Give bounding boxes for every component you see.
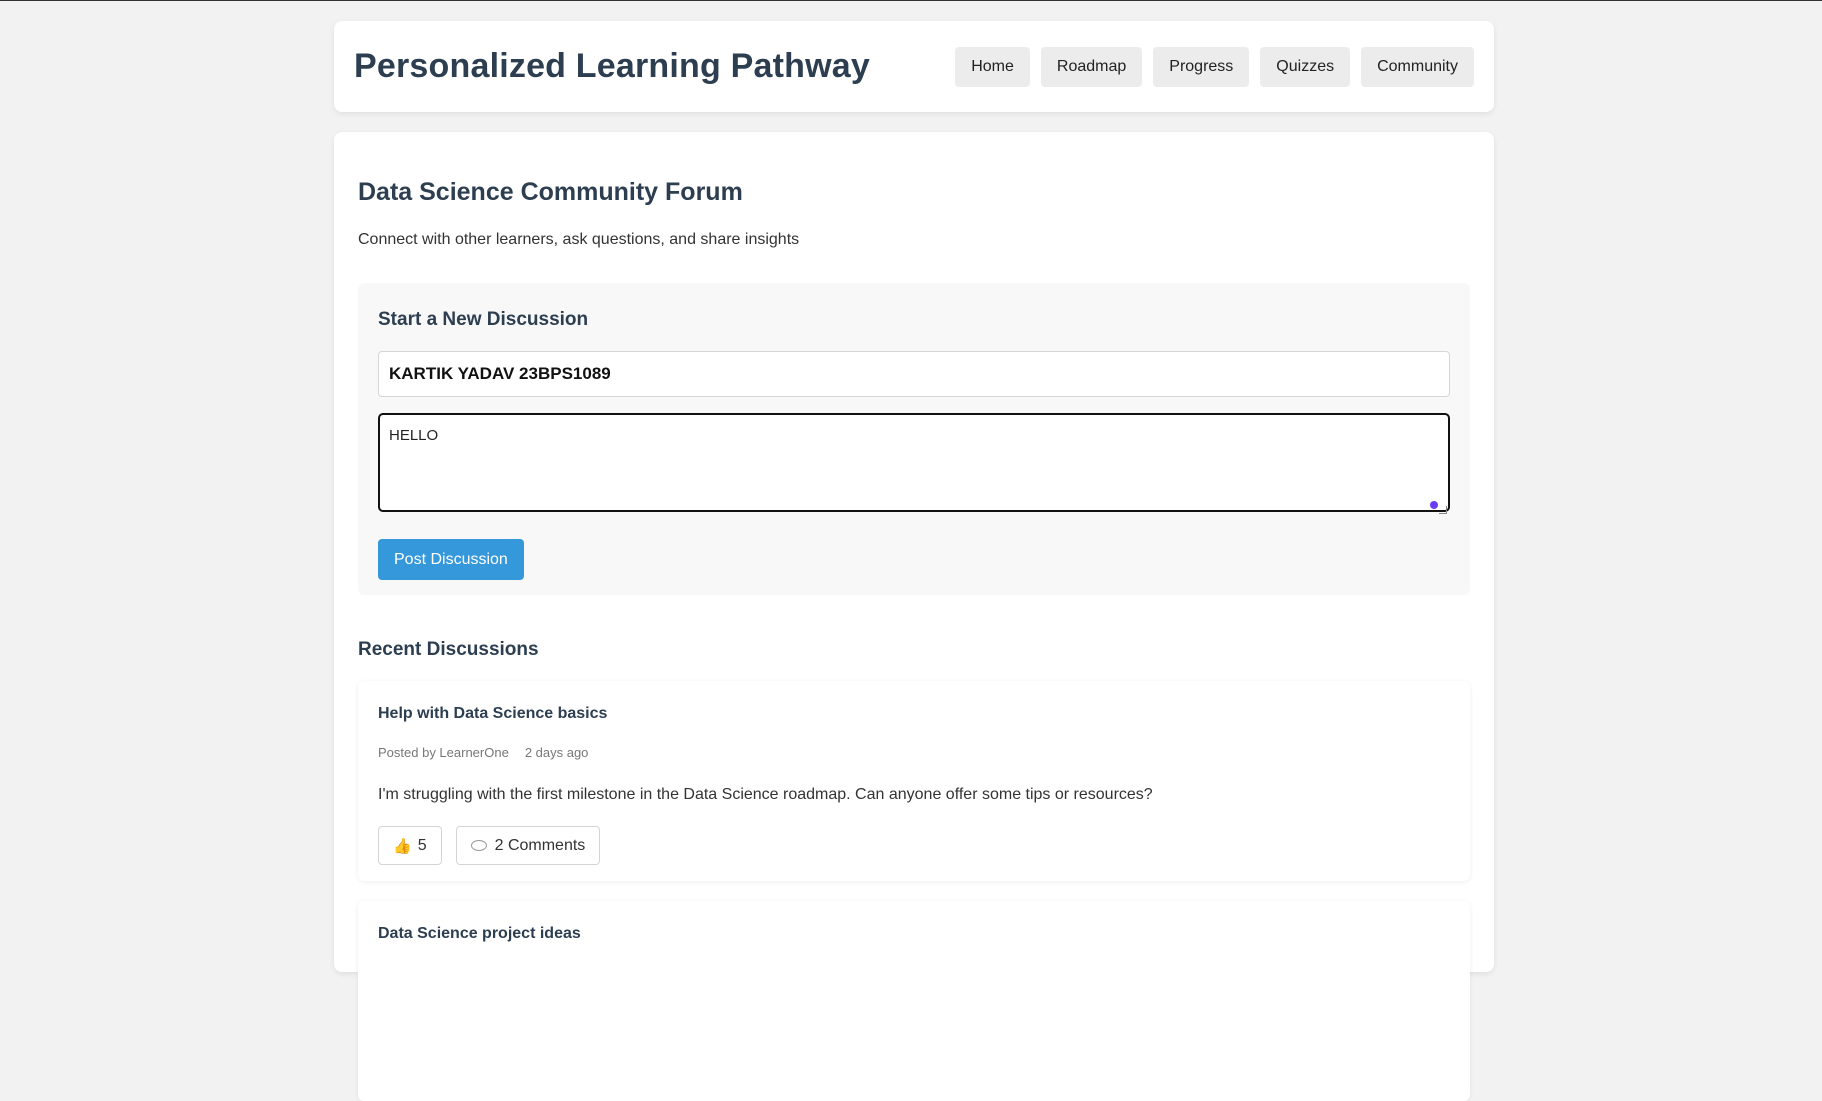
discussion-card: Help with Data Science basics Posted by … [358, 681, 1470, 881]
discussion-time: 2 days ago [524, 745, 589, 760]
forum-title: Data Science Community Forum [358, 178, 743, 206]
comments-count: 2 Comments [494, 836, 586, 854]
post-discussion-button[interactable]: Post Discussion [378, 539, 524, 580]
app-title: Personalized Learning Pathway [354, 47, 870, 85]
discussion-title[interactable]: Help with Data Science basics [378, 705, 1450, 723]
discussion-body-textarea[interactable]: HELLO [378, 413, 1450, 512]
like-button[interactable]: 👍 5 [378, 826, 442, 865]
discussion-actions: 👍 5 2 Comments [378, 826, 1450, 865]
recent-discussions-heading: Recent Discussions [358, 639, 539, 660]
nav-community-button[interactable]: Community [1361, 46, 1474, 87]
new-discussion-form: Start a New Discussion HELLO Post Discus… [358, 283, 1470, 595]
thumbs-up-icon: 👍 [393, 837, 412, 855]
forum-subtitle: Connect with other learners, ask questio… [358, 231, 800, 248]
grammar-assistant-icon[interactable] [1430, 501, 1438, 509]
nav-home-button[interactable]: Home [955, 46, 1030, 87]
discussion-meta: Posted by LearnerOne 2 days ago [378, 745, 1450, 760]
nav-roadmap-button[interactable]: Roadmap [1040, 46, 1143, 87]
comment-bubble-icon [470, 840, 487, 851]
comments-button[interactable]: 2 Comments [455, 826, 601, 865]
site-header: Personalized Learning Pathway Home Roadm… [334, 21, 1494, 112]
like-count: 5 [417, 836, 427, 854]
forum-panel: Data Science Community Forum Connect wit… [334, 132, 1494, 1101]
nav-quizzes-button[interactable]: Quizzes [1260, 46, 1351, 87]
discussion-body: I'm struggling with the first milestone … [378, 786, 1153, 803]
discussion-body-wrapper: HELLO [378, 397, 1450, 517]
nav-progress-button[interactable]: Progress [1153, 46, 1250, 87]
textarea-resize-handle[interactable] [1439, 506, 1447, 514]
main-nav: Home Roadmap Progress Quizzes Community [955, 46, 1474, 87]
discussion-card: Data Science project ideas [358, 901, 1470, 1101]
window-top-border [0, 0, 1822, 1]
discussion-title-input[interactable] [378, 351, 1450, 397]
discussion-title[interactable]: Data Science project ideas [378, 925, 1450, 943]
new-discussion-heading: Start a New Discussion [378, 309, 589, 330]
discussion-author: Posted by LearnerOne [378, 745, 509, 760]
